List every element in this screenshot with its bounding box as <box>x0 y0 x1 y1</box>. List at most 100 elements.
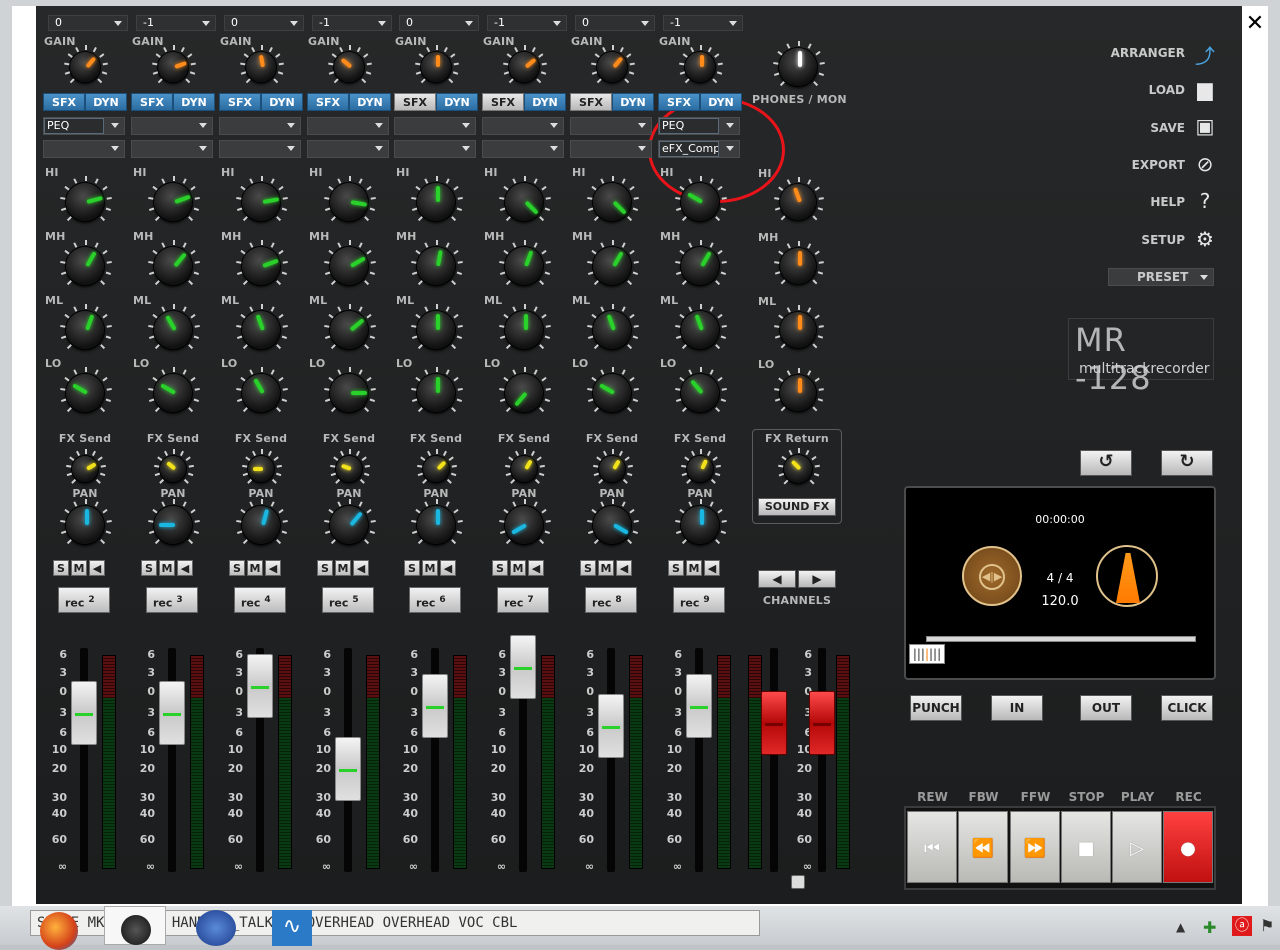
play-button[interactable]: ▷ <box>1112 811 1162 883</box>
tray-sync-icon[interactable]: ✚ <box>1203 918 1221 937</box>
dyn-button[interactable]: DYN <box>436 93 478 111</box>
speaker-mute-button[interactable]: ◀ <box>265 560 281 576</box>
position-slider[interactable] <box>926 636 1196 642</box>
locator-handle[interactable]: ||||||| <box>909 644 945 664</box>
pan-knob[interactable] <box>236 499 288 545</box>
eq-ml-knob[interactable] <box>236 304 288 350</box>
mute-button[interactable]: M <box>598 560 614 576</box>
dyn-button[interactable]: DYN <box>85 93 127 111</box>
gain-knob[interactable] <box>240 45 284 84</box>
channel-fader[interactable] <box>335 737 361 801</box>
fx-insert-2-dropdown[interactable]: eFX_Comp <box>658 140 740 158</box>
fx-insert-1-dropdown[interactable] <box>394 117 476 135</box>
fx-insert-1-dropdown[interactable] <box>482 117 564 135</box>
eq-ml-knob[interactable] <box>411 304 463 350</box>
pan-knob[interactable] <box>148 499 200 545</box>
gain-knob[interactable] <box>591 45 635 84</box>
eq-mh-knob[interactable] <box>324 240 376 286</box>
gain-knob[interactable] <box>679 45 723 84</box>
speaker-mute-button[interactable]: ◀ <box>89 560 105 576</box>
pan-knob[interactable] <box>60 499 112 545</box>
fx-send-knob[interactable] <box>593 449 633 484</box>
speaker-mute-button[interactable]: ◀ <box>528 560 544 576</box>
gain-input[interactable]: -1 <box>487 15 567 31</box>
channels-prev-button[interactable]: ◀ <box>758 570 796 588</box>
pan-knob[interactable] <box>411 499 463 545</box>
sound-fx-button[interactable]: SOUND FX <box>758 498 836 516</box>
eq-lo-knob[interactable] <box>587 367 639 413</box>
tray-expand-icon[interactable]: ▲ <box>1176 920 1185 934</box>
fx-insert-2-dropdown[interactable] <box>43 140 125 158</box>
close-button[interactable]: ✕ <box>1242 10 1268 38</box>
eq-lo-knob[interactable] <box>324 367 376 413</box>
sfx-button[interactable]: SFX <box>394 93 436 111</box>
sfx-button[interactable]: SFX <box>43 93 85 111</box>
pan-knob[interactable] <box>324 499 376 545</box>
folder-icon[interactable]: ▆ <box>1194 77 1216 101</box>
speaker-mute-button[interactable]: ◀ <box>616 560 632 576</box>
record-arm-button[interactable]: rec 4 <box>234 587 286 613</box>
setup-button[interactable]: SETUP <box>1141 233 1185 247</box>
solo-button[interactable]: S <box>492 560 508 576</box>
channel-fader[interactable] <box>422 674 448 738</box>
gain-knob[interactable] <box>328 45 372 84</box>
help-button[interactable]: HELP <box>1150 195 1185 209</box>
mixer-app-taskbar-button[interactable] <box>104 906 166 945</box>
record-arm-button[interactable]: rec 7 <box>497 587 549 613</box>
fx-insert-2-dropdown[interactable] <box>307 140 389 158</box>
firefox-icon[interactable] <box>40 912 78 950</box>
pan-knob[interactable] <box>499 499 551 545</box>
eq-lo-knob[interactable] <box>675 367 727 413</box>
record-arm-button[interactable]: rec 9 <box>673 587 725 613</box>
dyn-button[interactable]: DYN <box>612 93 654 111</box>
load-button[interactable]: LOAD <box>1149 83 1185 97</box>
sfx-button[interactable]: SFX <box>131 93 173 111</box>
fx-send-knob[interactable] <box>154 449 194 484</box>
mute-button[interactable]: M <box>510 560 526 576</box>
eq-ml-knob[interactable] <box>324 304 376 350</box>
click-button[interactable]: CLICK <box>1161 695 1213 721</box>
sfx-button[interactable]: SFX <box>482 93 524 111</box>
export-icon[interactable]: ⊘ <box>1194 152 1216 176</box>
tray-antivirus-icon[interactable]: ⓐ <box>1232 916 1252 936</box>
solo-button[interactable]: S <box>580 560 596 576</box>
speaker-mute-button[interactable]: ◀ <box>440 560 456 576</box>
record-arm-button[interactable]: rec 3 <box>146 587 198 613</box>
fx-insert-2-dropdown[interactable] <box>570 140 652 158</box>
save-button[interactable]: SAVE <box>1150 121 1185 135</box>
solo-button[interactable]: S <box>141 560 157 576</box>
mute-button[interactable]: M <box>159 560 175 576</box>
return-eq-hi-knob[interactable] <box>774 177 824 221</box>
ffw-button[interactable]: ⏩ <box>1010 811 1060 883</box>
dyn-button[interactable]: DYN <box>349 93 391 111</box>
eq-mh-knob[interactable] <box>587 240 639 286</box>
gain-input[interactable]: 0 <box>399 15 479 31</box>
eq-hi-knob[interactable] <box>675 176 727 222</box>
master-fader-right[interactable] <box>809 691 835 755</box>
channel-fader[interactable] <box>71 681 97 745</box>
speaker-mute-button[interactable]: ◀ <box>704 560 720 576</box>
mute-button[interactable]: M <box>422 560 438 576</box>
gain-input[interactable]: -1 <box>136 15 216 31</box>
channel-fader[interactable] <box>159 681 185 745</box>
gain-knob[interactable] <box>415 45 459 84</box>
mute-button[interactable]: M <box>71 560 87 576</box>
record-button[interactable]: ● <box>1163 811 1213 883</box>
redo-button[interactable]: ↻ <box>1161 450 1213 476</box>
eq-lo-knob[interactable] <box>148 367 200 413</box>
fx-insert-2-dropdown[interactable] <box>482 140 564 158</box>
gain-input[interactable]: 0 <box>224 15 304 31</box>
eq-hi-knob[interactable] <box>499 176 551 222</box>
fx-send-knob[interactable] <box>505 449 545 484</box>
eq-ml-knob[interactable] <box>675 304 727 350</box>
phones-mon-knob[interactable] <box>773 41 825 87</box>
gain-knob[interactable] <box>503 45 547 84</box>
speaker-mute-button[interactable]: ◀ <box>177 560 193 576</box>
dyn-button[interactable]: DYN <box>700 93 742 111</box>
mute-button[interactable]: M <box>686 560 702 576</box>
dyn-button[interactable]: DYN <box>261 93 303 111</box>
sfx-button[interactable]: SFX <box>307 93 349 111</box>
eq-mh-knob[interactable] <box>499 240 551 286</box>
eq-mh-knob[interactable] <box>148 240 200 286</box>
fx-insert-2-dropdown[interactable] <box>131 140 213 158</box>
